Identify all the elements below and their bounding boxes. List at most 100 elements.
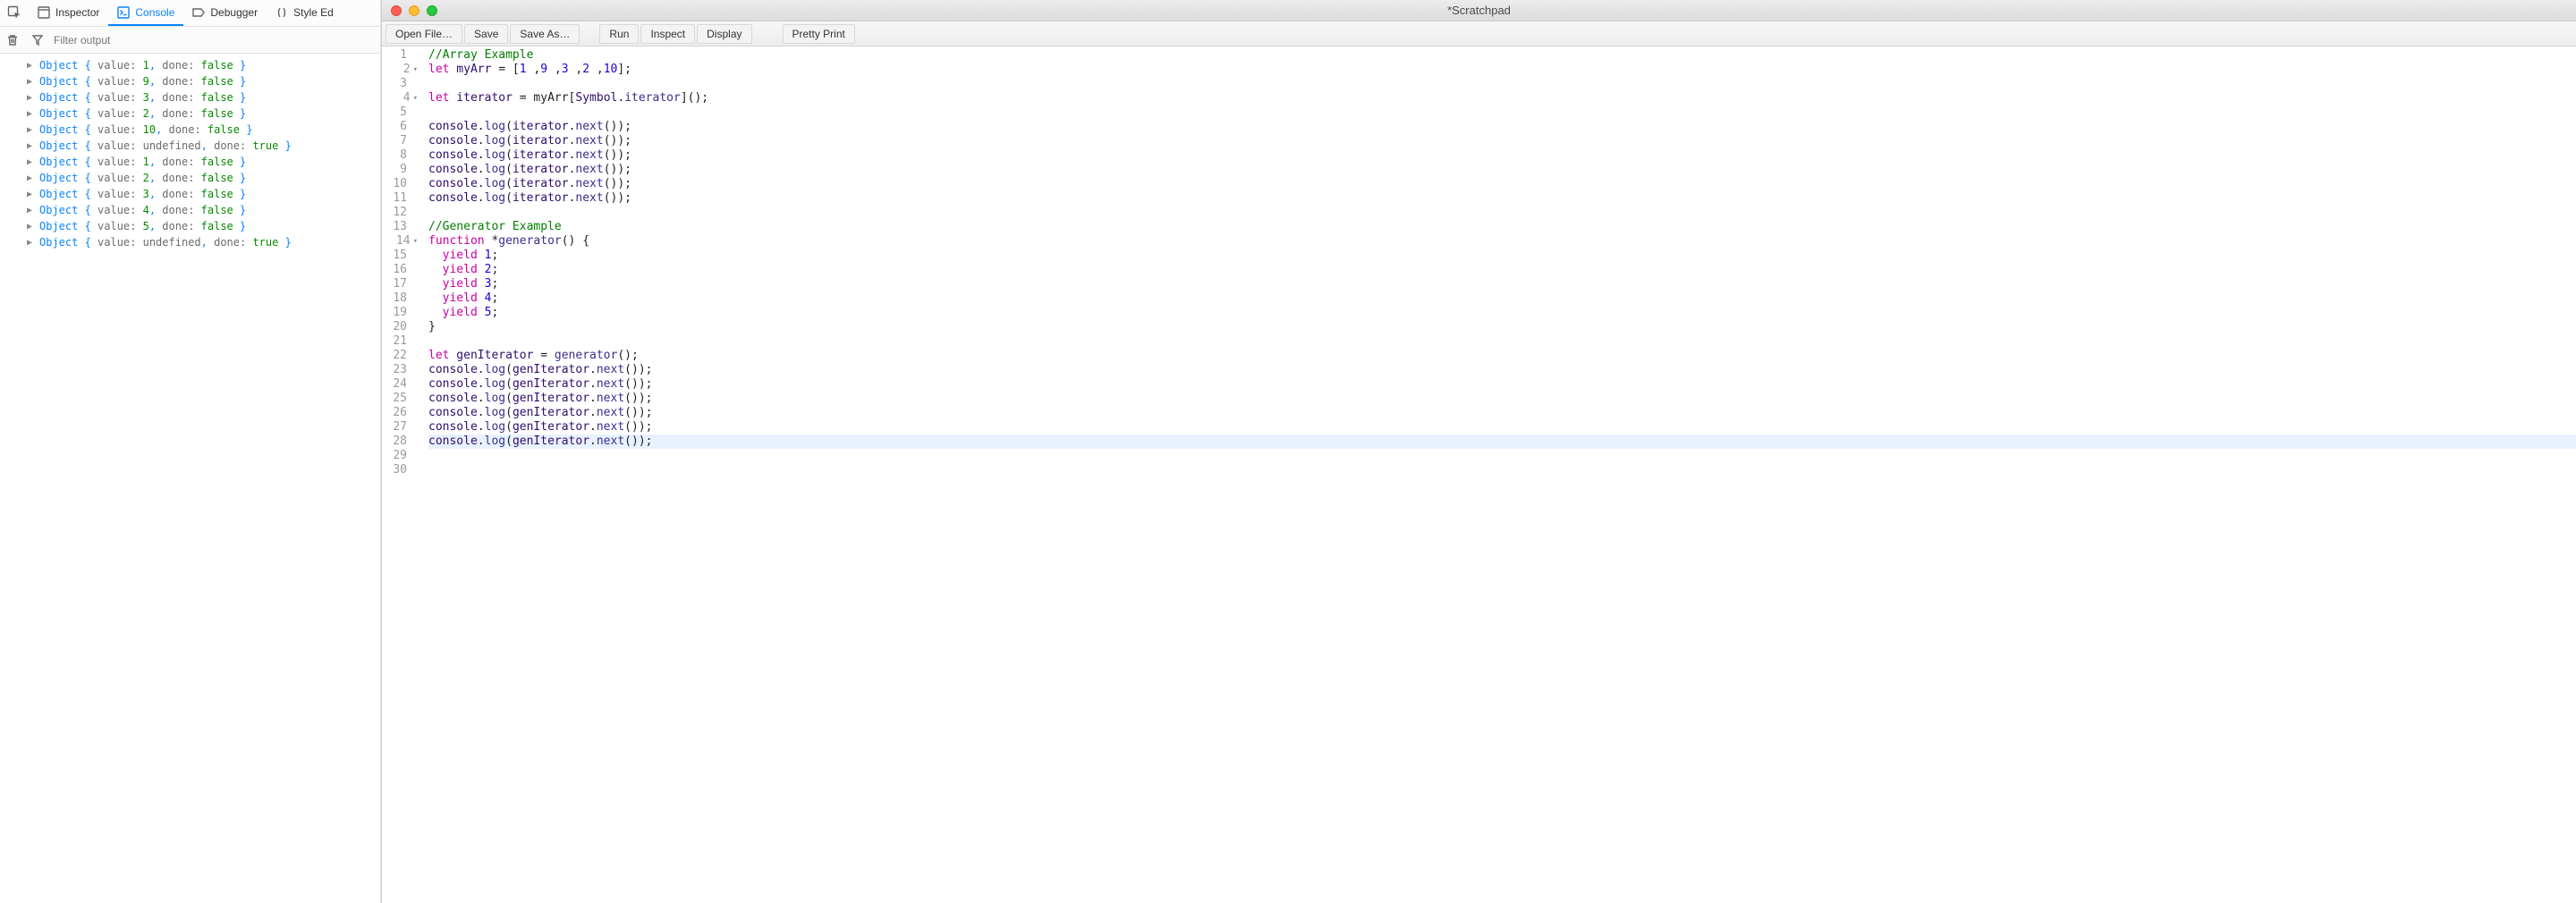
console-row[interactable]: ▶Object { value: undefined, done: true } [0,138,380,154]
disclosure-triangle-icon[interactable]: ▶ [27,190,36,199]
code-line[interactable] [428,334,2576,349]
fold-marker-icon[interactable]: ▾ [413,91,418,105]
console-row[interactable]: ▶Object { value: 4, done: false } [0,202,380,218]
gutter-line[interactable]: 9 [382,163,418,177]
code-line[interactable]: //Array Example [428,48,2576,63]
fold-marker-icon[interactable]: ▾ [413,234,418,249]
code-line[interactable]: yield 1; [428,249,2576,263]
gutter-line[interactable]: 28 [382,435,418,449]
code-line[interactable] [428,463,2576,477]
code-line[interactable]: console.log(iterator.next()); [428,163,2576,177]
gutter-line[interactable]: 18 [382,291,418,306]
disclosure-triangle-icon[interactable]: ▶ [27,109,36,119]
tab-style-editor[interactable]: Style Ed [267,0,343,26]
code-line[interactable] [428,449,2576,463]
disclosure-triangle-icon[interactable]: ▶ [27,157,36,167]
code-line[interactable]: console.log(iterator.next()); [428,191,2576,206]
minimize-window-button[interactable] [409,5,419,16]
gutter-line[interactable]: 15 [382,249,418,263]
console-row[interactable]: ▶Object { value: 3, done: false } [0,89,380,105]
disclosure-triangle-icon[interactable]: ▶ [27,141,36,151]
gutter-line[interactable]: 20 [382,320,418,334]
code-line[interactable]: yield 5; [428,306,2576,320]
open-file-button[interactable]: Open File… [386,24,462,44]
code-editor[interactable]: 12▾34▾567891011121314▾151617181920212223… [382,46,2576,903]
console-output[interactable]: ▶Object { value: 1, done: false }▶Object… [0,54,380,903]
code-line[interactable]: yield 2; [428,263,2576,277]
tab-console[interactable]: Console [108,0,183,26]
pick-element-button[interactable] [0,0,29,26]
filter-button[interactable] [25,28,50,53]
gutter-line[interactable]: 6 [382,120,418,134]
code-line[interactable]: let genIterator = generator(); [428,349,2576,363]
gutter-line[interactable]: 17 [382,277,418,291]
code-line[interactable]: } [428,320,2576,334]
console-row[interactable]: ▶Object { value: 9, done: false } [0,73,380,89]
code-line[interactable]: console.log(genIterator.next()); [428,392,2576,406]
code-line[interactable]: console.log(genIterator.next()); [428,435,2576,449]
code-line[interactable]: //Generator Example [428,220,2576,234]
inspect-button[interactable]: Inspect [640,24,695,44]
console-row[interactable]: ▶Object { value: 10, done: false } [0,122,380,138]
code-line[interactable]: console.log(genIterator.next()); [428,406,2576,420]
gutter-line[interactable]: 10 [382,177,418,191]
code-line[interactable]: console.log(genIterator.next()); [428,377,2576,392]
gutter-line[interactable]: 29 [382,449,418,463]
disclosure-triangle-icon[interactable]: ▶ [27,77,36,87]
gutter-line[interactable]: 5 [382,105,418,120]
console-row[interactable]: ▶Object { value: 5, done: false } [0,218,380,234]
gutter-line[interactable]: 23 [382,363,418,377]
code-line[interactable]: let myArr = [1 ,9 ,3 ,2 ,10]; [428,63,2576,77]
console-row[interactable]: ▶Object { value: 2, done: false } [0,170,380,186]
gutter-line[interactable]: 30 [382,463,418,477]
code-line[interactable]: console.log(iterator.next()); [428,148,2576,163]
clear-console-button[interactable] [0,28,25,53]
disclosure-triangle-icon[interactable]: ▶ [27,222,36,232]
gutter-line[interactable]: 21 [382,334,418,349]
gutter-line[interactable]: 4▾ [382,91,418,105]
gutter-line[interactable]: 1 [382,48,418,63]
pretty-print-button[interactable]: Pretty Print [783,24,855,44]
code-line[interactable] [428,105,2576,120]
console-row[interactable]: ▶Object { value: undefined, done: true } [0,234,380,250]
disclosure-triangle-icon[interactable]: ▶ [27,61,36,71]
gutter-line[interactable]: 22 [382,349,418,363]
run-button[interactable]: Run [599,24,639,44]
disclosure-triangle-icon[interactable]: ▶ [27,173,36,183]
code-line[interactable]: console.log(iterator.next()); [428,120,2576,134]
display-button[interactable]: Display [697,24,751,44]
disclosure-triangle-icon[interactable]: ▶ [27,125,36,135]
code-line[interactable]: console.log(iterator.next()); [428,177,2576,191]
disclosure-triangle-icon[interactable]: ▶ [27,93,36,103]
gutter-line[interactable]: 26 [382,406,418,420]
tab-inspector[interactable]: Inspector [29,0,108,26]
code-line[interactable] [428,206,2576,220]
code-line[interactable]: console.log(genIterator.next()); [428,420,2576,435]
gutter-line[interactable]: 13 [382,220,418,234]
console-row[interactable]: ▶Object { value: 1, done: false } [0,154,380,170]
code-line[interactable]: console.log(iterator.next()); [428,134,2576,148]
console-row[interactable]: ▶Object { value: 2, done: false } [0,105,380,122]
disclosure-triangle-icon[interactable]: ▶ [27,238,36,248]
code-line[interactable]: console.log(genIterator.next()); [428,363,2576,377]
close-window-button[interactable] [391,5,402,16]
filter-output-input[interactable] [50,34,380,46]
gutter-line[interactable]: 27 [382,420,418,435]
disclosure-triangle-icon[interactable]: ▶ [27,206,36,215]
gutter-line[interactable]: 3 [382,77,418,91]
gutter-line[interactable]: 24 [382,377,418,392]
console-row[interactable]: ▶Object { value: 3, done: false } [0,186,380,202]
gutter-line[interactable]: 16 [382,263,418,277]
gutter-line[interactable]: 25 [382,392,418,406]
code-line[interactable]: yield 4; [428,291,2576,306]
save-as-button[interactable]: Save As… [510,24,580,44]
tab-debugger[interactable]: Debugger [183,0,267,26]
gutter-line[interactable]: 19 [382,306,418,320]
code-line[interactable]: let iterator = myArr[Symbol.iterator](); [428,91,2576,105]
code-line[interactable]: function *generator() { [428,234,2576,249]
fold-marker-icon[interactable]: ▾ [413,63,418,77]
console-row[interactable]: ▶Object { value: 1, done: false } [0,57,380,73]
gutter-line[interactable]: 12 [382,206,418,220]
gutter-line[interactable]: 7 [382,134,418,148]
code-line[interactable] [428,77,2576,91]
